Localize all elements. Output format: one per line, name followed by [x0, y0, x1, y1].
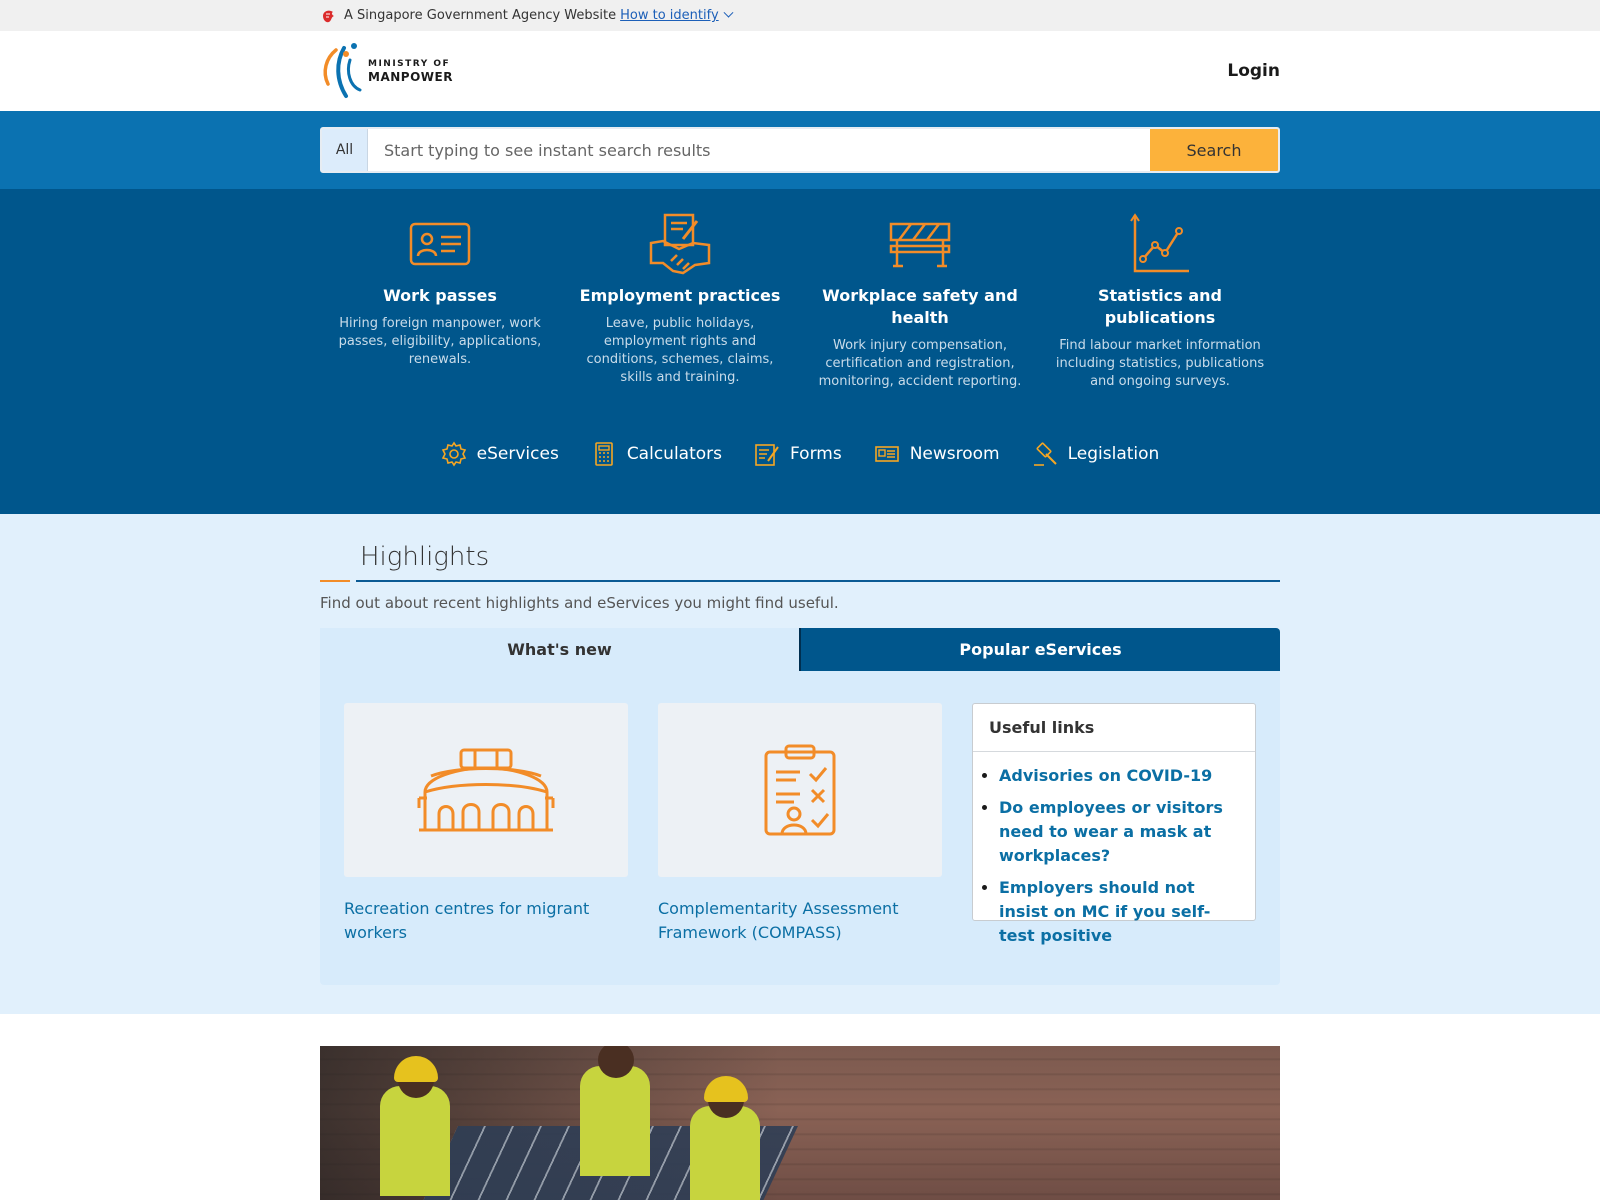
tab-whats-new[interactable]: What's new [320, 628, 799, 671]
logo-line-2: MANPOWER [368, 69, 453, 84]
line-chart-icon [1130, 213, 1189, 273]
category-description: Hiring foreign manpower, work passes, el… [338, 316, 542, 367]
handshake-icon [649, 213, 711, 275]
search-input[interactable] [368, 129, 1150, 171]
highlights-subtitle: Find out about recent highlights and eSe… [320, 594, 839, 612]
search-scope-selector[interactable]: All [322, 129, 368, 171]
category-description: Leave, public holidays, employment right… [586, 316, 774, 385]
clipboard-checklist-icon [764, 744, 836, 836]
workers-banner-image [320, 1046, 1280, 1200]
logo-line-1: MINISTRY OF [368, 58, 451, 69]
quicklink-calculators[interactable]: Calculators [591, 441, 722, 467]
quick-links: eServices Calculators Forms Newsroom Leg… [320, 441, 1280, 467]
card-image [344, 703, 628, 877]
useful-link[interactable]: Employers should not insist on MC if you… [999, 876, 1239, 948]
how-to-identify-link[interactable]: How to identify [620, 8, 719, 23]
useful-links-list: Advisories on COVID-19 Do employees or v… [973, 752, 1255, 948]
form-icon [755, 444, 779, 466]
useful-link[interactable]: Advisories on COVID-19 [999, 764, 1239, 788]
card-link[interactable]: Complementarity Assessment Framework (CO… [658, 897, 942, 945]
gov-masthead: A Singapore Government Agency Website Ho… [0, 0, 1600, 31]
search-button[interactable]: Search [1150, 129, 1278, 171]
card-link[interactable]: Recreation centres for migrant workers [344, 897, 628, 945]
calculator-icon [595, 442, 613, 466]
useful-link[interactable]: Do employees or visitors need to wear a … [999, 796, 1239, 868]
barrier-icon [889, 222, 951, 268]
highlight-card[interactable]: Recreation centres for migrant workers [344, 703, 628, 945]
login-link[interactable]: Login [1227, 61, 1280, 81]
highlights-header: Highlights [320, 542, 1280, 582]
quicklink-newsroom[interactable]: Newsroom [874, 441, 1000, 467]
highlights-panel: What's new Popular eServices Recreation … [320, 628, 1280, 985]
category-description: Work injury compensation, certification … [818, 338, 1022, 389]
quicklink-legislation[interactable]: Legislation [1032, 441, 1160, 467]
category-title: Statistics and publications [1098, 286, 1222, 327]
quicklink-label: eServices [476, 444, 559, 464]
categories-section: Work passes Hiring foreign manpower, wor… [0, 189, 1600, 514]
category-statistics[interactable]: Statistics and publications Find labour … [1040, 213, 1280, 391]
category-title: Employment practices [579, 286, 781, 305]
title-accent-line [320, 580, 350, 582]
search-band: All Search [0, 111, 1600, 189]
highlight-card[interactable]: Complementarity Assessment Framework (CO… [658, 703, 942, 945]
newspaper-icon [874, 446, 899, 462]
stadium-icon [417, 748, 555, 832]
highlights-tabs: What's new Popular eServices [320, 628, 1280, 671]
quicklink-label: Calculators [626, 444, 722, 464]
category-workplace-safety[interactable]: Workplace safety and health Work injury … [800, 213, 1040, 391]
chevron-down-icon[interactable] [723, 7, 734, 18]
quicklink-label: Newsroom [909, 444, 1000, 464]
id-card-icon [409, 222, 471, 266]
site-header: MINISTRY OF MANPOWER Login [0, 31, 1600, 111]
category-description: Find labour market information including… [1055, 338, 1265, 389]
category-work-passes[interactable]: Work passes Hiring foreign manpower, wor… [320, 213, 560, 391]
mom-logo[interactable]: MINISTRY OF MANPOWER [320, 40, 453, 102]
quicklink-forms[interactable]: Forms [754, 441, 842, 467]
quicklink-label: Legislation [1067, 444, 1160, 464]
quicklink-label: Forms [790, 444, 842, 464]
useful-links-title: Useful links [973, 704, 1255, 752]
title-underline [356, 580, 1280, 582]
category-title: Work passes [383, 286, 497, 305]
category-employment-practices[interactable]: Employment practices Leave, public holid… [560, 213, 800, 391]
tab-popular-eservices[interactable]: Popular eServices [799, 628, 1280, 671]
lion-head-icon [323, 10, 334, 22]
category-title: Workplace safety and health [822, 286, 1018, 327]
highlights-title: Highlights [360, 542, 490, 572]
useful-links-box: Useful links Advisories on COVID-19 Do e… [972, 703, 1256, 945]
card-image [658, 703, 942, 877]
mom-logo-icon [323, 43, 362, 98]
quicklink-eservices[interactable]: eServices [441, 441, 559, 467]
gavel-icon [1033, 442, 1057, 466]
gear-icon [441, 441, 466, 467]
search-bar: All Search [320, 127, 1280, 173]
masthead-text: A Singapore Government Agency Website [344, 8, 617, 23]
highlights-section: Highlights Find out about recent highlig… [0, 514, 1600, 1014]
